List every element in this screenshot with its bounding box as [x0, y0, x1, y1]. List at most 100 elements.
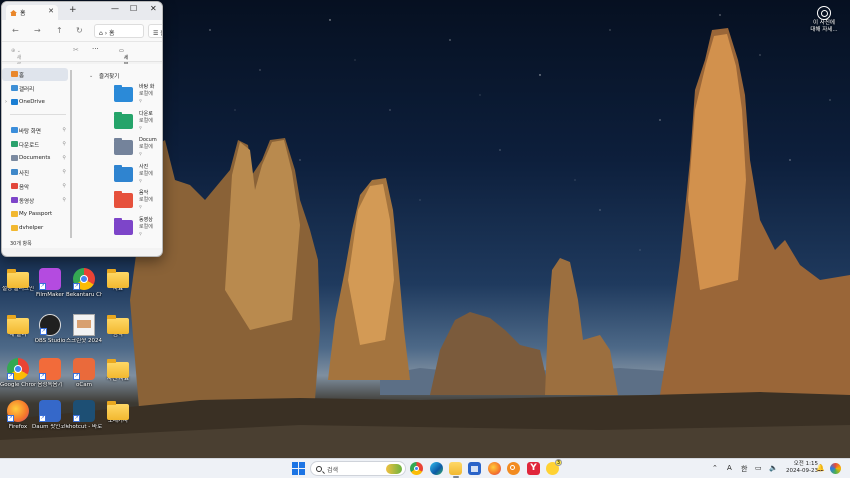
nav-item[interactable]: My Passport	[2, 208, 68, 221]
more-options-icon[interactable]: ···	[92, 45, 99, 53]
desktop-icon[interactable]: 사진 자료	[100, 358, 136, 402]
ime-mode[interactable]: 한	[741, 464, 747, 474]
close-window-button[interactable]: ✕	[150, 4, 157, 13]
desktop-icon[interactable]: ↗ Bekantaru Chrome	[66, 268, 102, 312]
close-tab-icon[interactable]: ✕	[48, 7, 54, 15]
pane-scrollbar[interactable]	[70, 70, 72, 238]
nav-item[interactable]: 갤러리	[2, 82, 68, 95]
nav-item[interactable]: 바탕 화면 ⚲	[2, 124, 68, 137]
up-arrow-icon[interactable]: ↑	[56, 26, 63, 35]
desktop-icon[interactable]: 설정 플러그인	[0, 268, 36, 312]
system-clock[interactable]: 오전 1:15 2024-09-23	[786, 461, 818, 475]
file-explorer-window[interactable]: 홈 ✕ + — ☐ ✕ ← → ↑ ↻ ⌂ › 홈 ☰ 홈 ⊕ 새로 만들기 ⌄…	[1, 1, 163, 257]
maximize-button[interactable]: ☐	[130, 4, 137, 13]
nav-item-label: 바탕 화면	[19, 129, 41, 135]
quick-access-item[interactable]: 동영상 로컬에 ⚲	[114, 217, 162, 239]
chevron-right-icon[interactable]: ›	[5, 99, 7, 105]
nav-item[interactable]: 홈	[2, 68, 68, 81]
yandex-taskbar-icon[interactable]: Y	[527, 462, 540, 475]
volume-icon[interactable]: 🔈	[769, 464, 778, 472]
app-icon: ↗	[73, 358, 95, 380]
chrome-taskbar-icon[interactable]	[410, 462, 423, 475]
app-icon: ↗	[39, 268, 61, 290]
obs-icon: ↗	[39, 314, 61, 336]
navigation-bar: ← → ↑ ↻ ⌂ › 홈 ☰ 홈	[2, 20, 162, 42]
folder-icon	[114, 85, 133, 102]
nav-item-label: 갤러리	[19, 87, 35, 93]
nav-item[interactable]: 사진 ⚲	[2, 166, 68, 179]
folder-icon	[107, 269, 129, 288]
desktop-icon[interactable]: ↗ OBS Studio	[32, 314, 68, 358]
nav-item-icon	[11, 155, 18, 161]
nav-item[interactable]: 동영상 ⚲	[2, 194, 68, 207]
nav-item-label: 다운로드	[19, 143, 40, 149]
start-button[interactable]	[292, 462, 305, 475]
kakaotalk-taskbar-icon[interactable]: 3	[546, 459, 562, 475]
command-bar: ⊕ 새로 만들기 ⌄ ✂ ··· ▭ 세부 정보	[2, 42, 162, 89]
explorer-titlebar[interactable]: 홈 ✕ + — ☐ ✕	[2, 2, 162, 20]
desktop-icon[interactable]: ↗ 음성녹음기	[32, 358, 68, 402]
desktop-icon[interactable]: ↗ Daum 팟인코더	[32, 400, 68, 444]
folder-icon	[107, 401, 129, 420]
desktop-icon[interactable]: ↗ shotcut - 바로 가기	[66, 400, 102, 444]
desktop-icon-label: Daum 팟인코더	[32, 424, 68, 430]
search-box-label: 홈	[160, 30, 162, 37]
desktop-icon[interactable]: 스크린샷 2024-07-..	[66, 314, 102, 358]
nav-item[interactable]: › OneDrive	[2, 96, 68, 109]
quick-access-item[interactable]: 바탕 화 로컬에 ⚲	[114, 84, 162, 106]
pin-icon: ⚲	[139, 204, 142, 209]
search-app-taskbar-icon[interactable]	[507, 462, 520, 475]
desktop-icon[interactable]: ↗ Firefox	[0, 400, 36, 444]
network-icon[interactable]: ▭	[755, 464, 762, 472]
desktop-icon-label: 스크린샷 2024-07-..	[66, 338, 102, 344]
file-explorer-taskbar-icon[interactable]	[449, 462, 462, 475]
nav-item-icon	[11, 169, 18, 175]
chevron-down-icon[interactable]: ⌄	[89, 73, 93, 79]
nav-divider	[10, 114, 66, 115]
desktop-icon[interactable]: 음악	[100, 314, 136, 358]
nav-item-icon	[11, 183, 18, 189]
desktop-icon[interactable]: 새 폴더	[0, 314, 36, 358]
quick-access-item[interactable]: 사진 로컬에 ⚲	[114, 164, 162, 186]
nav-item[interactable]: dvhelper	[2, 222, 68, 235]
input-language[interactable]: A	[727, 464, 732, 472]
store-taskbar-icon[interactable]	[468, 462, 481, 475]
pin-icon: ⚲	[62, 155, 66, 161]
forward-arrow-icon[interactable]: →	[34, 26, 41, 35]
desktop-icon[interactable]: ↗ Google Chrome	[0, 358, 36, 402]
cut-icon[interactable]: ✂	[73, 46, 79, 54]
nav-item[interactable]: 음악 ⚲	[2, 180, 68, 193]
address-bar[interactable]: ⌂ › 홈	[94, 24, 144, 38]
quick-access-item[interactable]: Docum 로컬에 ⚲	[114, 137, 162, 159]
desktop-icon-label: Bekantaru Chrome	[66, 292, 102, 298]
quick-access-item[interactable]: 음악 로컬에 ⚲	[114, 190, 162, 212]
notification-bell-icon[interactable]: 🔔	[816, 464, 825, 472]
desktop-icon[interactable]: ↗ oCam	[66, 358, 102, 402]
edge-taskbar-icon[interactable]	[430, 462, 443, 475]
refresh-icon[interactable]: ↻	[76, 26, 83, 35]
back-arrow-icon[interactable]: ←	[12, 26, 19, 35]
quick-access-item[interactable]: 다운로 로컬에 ⚲	[114, 111, 162, 133]
quick-access-label: Docum	[139, 137, 157, 143]
desktop-icon[interactable]: 자료	[100, 268, 136, 312]
nav-item[interactable]: 다운로드 ⚲	[2, 138, 68, 151]
nav-item-label: 홈	[19, 73, 25, 79]
desktop-icon[interactable]: ↗ FilmMaker	[32, 268, 68, 312]
firefox-taskbar-icon[interactable]	[488, 462, 501, 475]
desktop-icon[interactable]: 노래가사	[100, 400, 136, 444]
chrome-icon: ↗	[73, 268, 95, 290]
quick-access-location: 로컬에	[139, 170, 153, 177]
details-button[interactable]: ▭ 세부 정보	[119, 48, 128, 82]
folder-icon	[7, 269, 29, 288]
copilot-icon[interactable]	[830, 463, 841, 474]
desktop-icon-label: Firefox	[8, 424, 28, 430]
about-this-picture-widget[interactable]: 이 사진에 대해 자세...	[802, 6, 846, 34]
minimize-button[interactable]: —	[111, 4, 119, 13]
new-tab-button[interactable]: +	[69, 5, 77, 15]
nav-item[interactable]: Documents ⚲	[2, 152, 68, 165]
show-hidden-icons-chevron[interactable]: ⌃	[712, 464, 718, 472]
tab-home[interactable]: 홈 ✕	[6, 5, 58, 20]
new-button[interactable]: ⊕ 새로 만들기 ⌄	[11, 48, 21, 89]
search-box[interactable]: ☰ 홈	[148, 24, 162, 38]
taskbar-search[interactable]: 검색	[310, 461, 406, 476]
